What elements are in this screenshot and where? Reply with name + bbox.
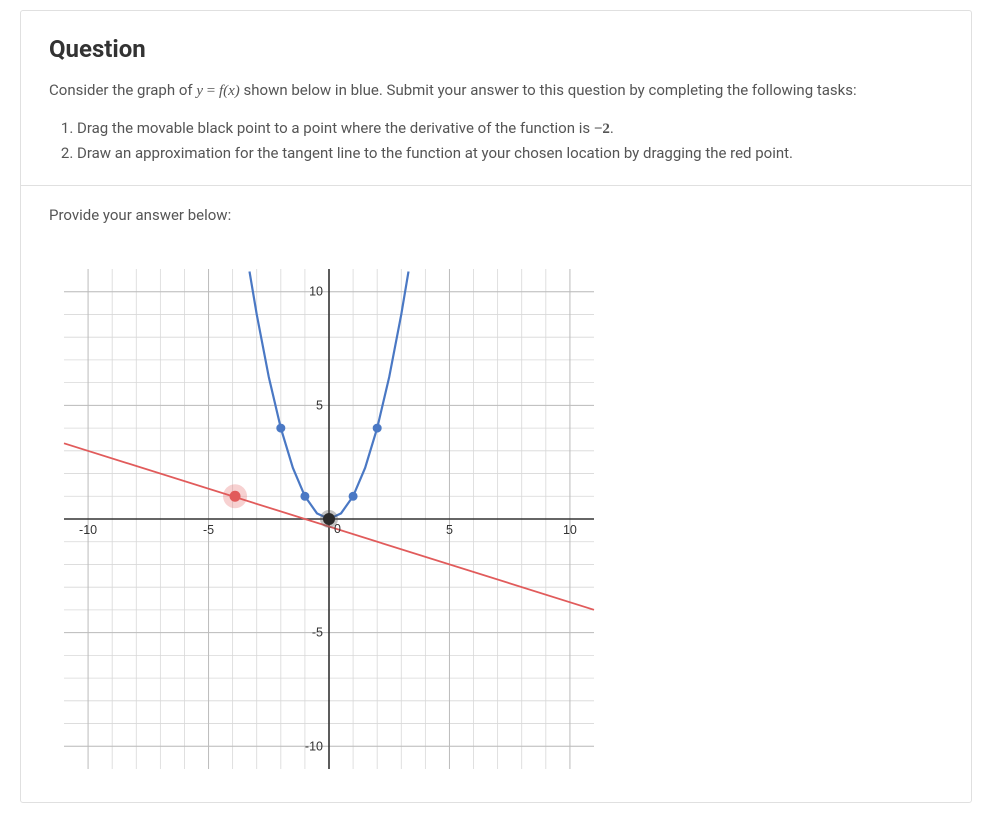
y-tick-label: -5 xyxy=(312,626,323,640)
black-draggable-point[interactable] xyxy=(323,513,335,525)
task-list: Drag the movable black point to a point … xyxy=(63,117,943,165)
curve-marker xyxy=(276,424,285,433)
question-card: Question Consider the graph of y = f(x) … xyxy=(20,10,972,803)
task1-val: −2 xyxy=(594,121,610,137)
x-tick-label: -5 xyxy=(203,523,214,537)
x-tick-label: 10 xyxy=(563,523,577,537)
y-tick-label: -10 xyxy=(305,739,323,753)
task-1: Drag the movable black point to a point … xyxy=(77,117,943,141)
task-2: Draw an approximation for the tangent li… xyxy=(77,142,943,165)
x-tick-label: 5 xyxy=(446,523,453,537)
graph-canvas[interactable]: -10-50510-10-5510 xyxy=(49,254,609,784)
provide-section: Provide your answer below: xyxy=(21,185,971,243)
x-tick-label: -10 xyxy=(79,523,97,537)
curve-marker xyxy=(300,492,309,501)
prompt-text: Consider the graph of y = f(x) shown bel… xyxy=(49,79,943,103)
curve-marker xyxy=(373,424,382,433)
question-heading: Question xyxy=(49,31,943,67)
red-draggable-point[interactable] xyxy=(230,491,241,502)
eq-lhs: y xyxy=(196,83,203,99)
prompt-pre: Consider the graph of xyxy=(49,81,196,99)
task1-pre: Drag the movable black point to a point … xyxy=(77,119,594,137)
curve-marker xyxy=(349,492,358,501)
task1-post: . xyxy=(610,119,614,137)
plot-section: -10-50510-10-5510 xyxy=(21,242,971,802)
y-tick-label: 10 xyxy=(309,285,323,299)
provide-label: Provide your answer below: xyxy=(49,204,943,227)
prompt-post: shown below in blue. Submit your answer … xyxy=(240,81,857,99)
question-header-section: Question Consider the graph of y = f(x) … xyxy=(21,11,971,185)
eq-eq: = xyxy=(203,83,219,99)
eq-x: (x) xyxy=(223,83,240,99)
y-tick-label: 5 xyxy=(316,398,323,412)
